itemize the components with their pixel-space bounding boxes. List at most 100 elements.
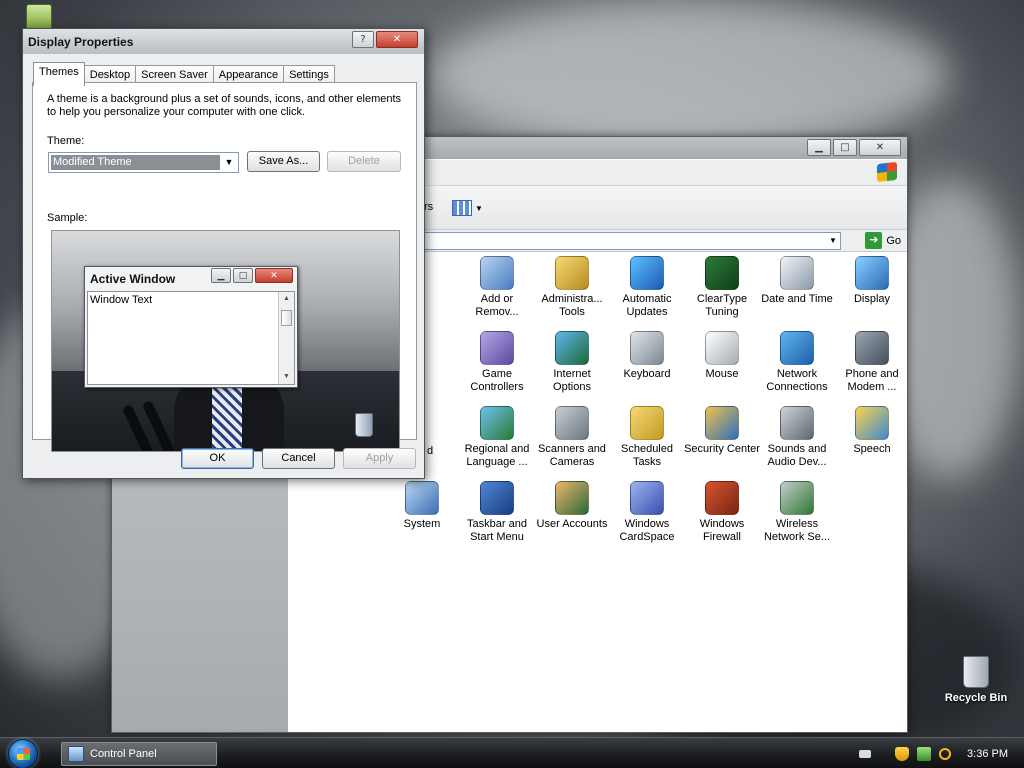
system-icon: [405, 481, 439, 515]
dialog-title: Display Properties: [28, 35, 134, 49]
scanners-cameras-icon: [555, 406, 589, 440]
cp-item-scanners-cameras[interactable]: Scanners and Cameras: [533, 406, 611, 469]
cp-item-cleartype-tuning[interactable]: ClearType Tuning: [683, 256, 761, 319]
cp-item-wireless-network[interactable]: Wireless Network Se...: [758, 481, 836, 544]
cp-item-label: Administra... Tools: [541, 293, 603, 318]
cp-item-label: System: [403, 518, 441, 530]
ok-button[interactable]: OK: [181, 448, 254, 469]
cp-item-automatic-updates[interactable]: Automatic Updates: [608, 256, 686, 319]
preview-window-buttons: ▁ □ ✕: [211, 268, 293, 283]
search-icon[interactable]: [939, 747, 952, 760]
cp-item-label: Windows CardSpace: [619, 518, 675, 543]
close-icon: ✕: [255, 268, 293, 283]
cp-item-label: Game Controllers: [470, 368, 524, 393]
scroll-thumb: [281, 310, 292, 326]
cp-item-system[interactable]: System: [383, 481, 461, 531]
recycle-bin-label: Recycle Bin: [944, 692, 1008, 704]
cp-item-windows-cardspace[interactable]: Windows CardSpace: [608, 481, 686, 544]
cp-item-security-center[interactable]: Security Center: [683, 406, 761, 456]
control-panel-icon: [68, 746, 84, 762]
administrative-tools-icon: [555, 256, 589, 290]
cp-item-scheduled-tasks[interactable]: Scheduled Tasks: [608, 406, 686, 469]
themes-description: A theme is a background plus a set of so…: [47, 93, 402, 118]
theme-select[interactable]: Modified Theme ▼: [48, 152, 239, 173]
recycle-bin[interactable]: Recycle Bin: [940, 656, 1012, 704]
minimize-button[interactable]: ▁: [807, 139, 831, 156]
scroll-down-icon: ▼: [283, 373, 290, 380]
cp-item-taskbar-start-menu[interactable]: Taskbar and Start Menu: [458, 481, 536, 544]
cp-item-add-remove-programs[interactable]: Add or Remov...: [458, 256, 536, 319]
cp-item-game-controllers[interactable]: Game Controllers: [458, 331, 536, 394]
display-properties-dialog: Display Properties ? ✕ Themes Desktop Sc…: [22, 28, 425, 479]
chevron-down-icon[interactable]: ▼: [222, 156, 236, 169]
taskbar: Control Panel 3:36 PM: [0, 737, 1024, 768]
cleartype-tuning-icon: [705, 256, 739, 290]
cp-item-label: Internet Options: [553, 368, 591, 393]
cp-item-date-time[interactable]: Date and Time: [758, 256, 836, 306]
cp-item-label: Automatic Updates: [622, 293, 672, 318]
dialog-close-button[interactable]: ✕: [376, 31, 418, 48]
cp-item-speech[interactable]: Speech: [833, 406, 911, 456]
toolbar-folders-label[interactable]: rs: [424, 201, 433, 213]
cp-item-mouse[interactable]: Mouse: [683, 331, 761, 381]
theme-sample-preview: Active Window ▁ □ ✕ Window Text ▲ ▼: [51, 230, 400, 452]
phone-modem-icon: [855, 331, 889, 365]
date-time-icon: [780, 256, 814, 290]
preview-tie: [212, 381, 242, 451]
close-button[interactable]: ✕: [859, 139, 901, 156]
cp-item-label: Speech: [853, 443, 891, 455]
cp-item-network-connections[interactable]: Network Connections: [758, 331, 836, 394]
themes-tab-panel: A theme is a background plus a set of so…: [32, 82, 417, 452]
sample-label: Sample:: [47, 212, 88, 224]
cp-item-label: Network Connections: [766, 368, 828, 393]
preview-window-title: Active Window: [90, 272, 176, 286]
clock[interactable]: 3:36 PM: [967, 748, 1008, 760]
cp-item-label: Regional and Language ...: [464, 443, 530, 468]
cp-item-label: Windows Firewall: [699, 518, 745, 543]
cp-item-label: Taskbar and Start Menu: [467, 518, 527, 543]
cp-item-label: Mouse: [705, 368, 739, 380]
save-as-button[interactable]: Save As...: [247, 151, 320, 172]
chevron-down-icon: ▼: [475, 203, 483, 213]
windows-logo-icon: [17, 748, 30, 760]
network-icon[interactable]: [917, 746, 932, 761]
go-button[interactable]: ➜ Go: [865, 232, 901, 249]
cp-item-keyboard[interactable]: Keyboard: [608, 331, 686, 381]
scheduled-tasks-icon: [630, 406, 664, 440]
cp-item-sounds-audio[interactable]: Sounds and Audio Dev...: [758, 406, 836, 469]
keyboard-icon[interactable]: [859, 749, 872, 758]
desktop-icon-top[interactable]: [26, 4, 52, 30]
dialog-titlebar[interactable]: Display Properties ? ✕: [23, 29, 424, 54]
cp-item-administrative-tools[interactable]: Administra... Tools: [533, 256, 611, 319]
help-button[interactable]: ?: [352, 31, 374, 48]
cp-item-regional-language[interactable]: Regional and Language ...: [458, 406, 536, 469]
mouse-icon: [705, 331, 739, 365]
regional-language-icon: [480, 406, 514, 440]
system-tray: 3:36 PM: [859, 738, 1024, 768]
cp-item-label: Add or Remov...: [475, 293, 519, 318]
preview-window-body: Window Text ▲ ▼: [87, 291, 295, 385]
tab-themes[interactable]: Themes: [33, 62, 85, 86]
taskbar-button-control-panel[interactable]: Control Panel: [61, 742, 217, 766]
cp-item-label: User Accounts: [536, 518, 608, 530]
network-connections-icon: [780, 331, 814, 365]
wallpaper-shape: [430, 0, 950, 150]
cp-item-user-accounts[interactable]: User Accounts: [533, 481, 611, 531]
cp-item-windows-firewall[interactable]: Windows Firewall: [683, 481, 761, 544]
wireless-network-icon: [780, 481, 814, 515]
views-button[interactable]: ▼: [452, 197, 486, 219]
maximize-button[interactable]: □: [833, 139, 857, 156]
security-shield-icon[interactable]: [895, 746, 910, 761]
delete-button: Delete: [327, 151, 401, 172]
cp-item-label-fragment: d: [427, 445, 434, 457]
cp-item-phone-modem[interactable]: Phone and Modem ...: [833, 331, 911, 394]
user-accounts-icon: [555, 481, 589, 515]
cancel-button[interactable]: Cancel: [262, 448, 335, 469]
cp-item-internet-options[interactable]: Internet Options: [533, 331, 611, 394]
dialog-title-buttons: ? ✕: [352, 31, 418, 48]
address-dropdown-icon[interactable]: ▼: [826, 233, 840, 249]
cp-item-display[interactable]: Display: [833, 256, 911, 306]
start-button[interactable]: [8, 739, 38, 768]
views-icon: [452, 200, 472, 216]
cp-item-label: Date and Time: [761, 293, 833, 305]
